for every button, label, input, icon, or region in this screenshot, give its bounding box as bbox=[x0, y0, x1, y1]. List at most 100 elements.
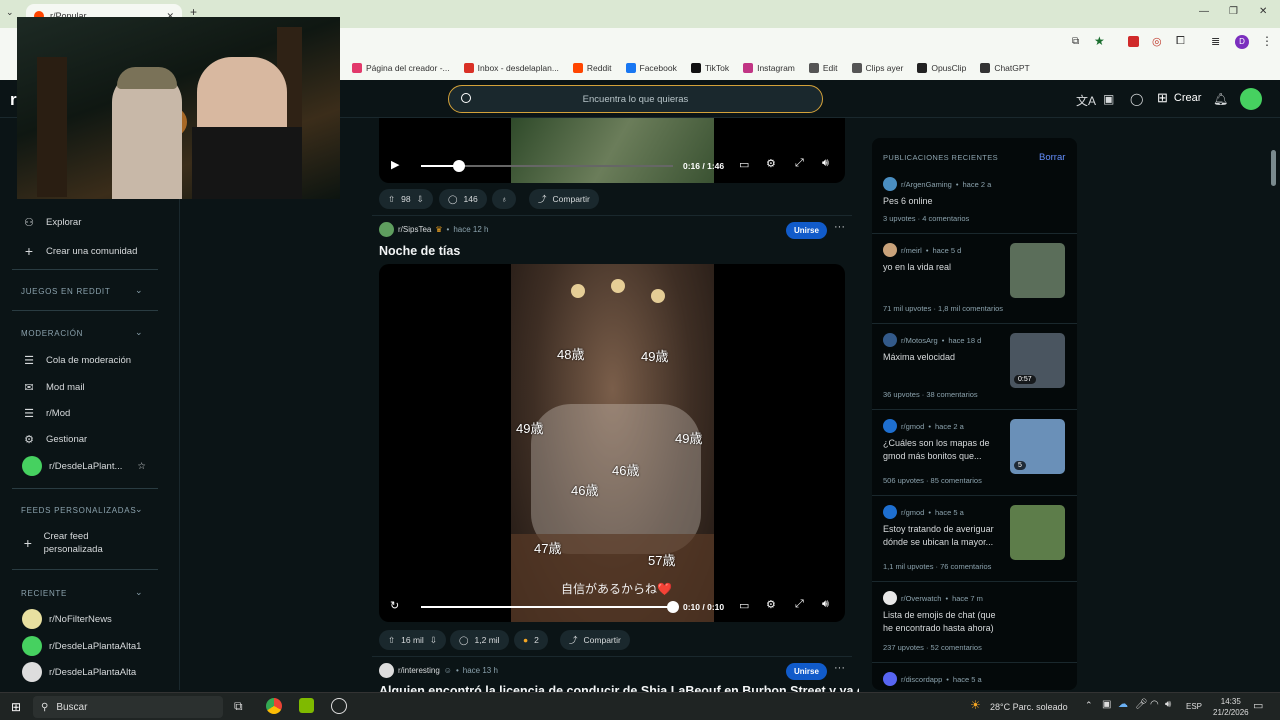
bookmark-item[interactable]: Página del creador -... bbox=[352, 63, 450, 73]
tray-icon[interactable]: ☁ bbox=[1118, 699, 1128, 710]
fullscreen-icon[interactable]: ⤢ bbox=[795, 157, 804, 170]
bookmark-item[interactable]: Reddit bbox=[572, 63, 612, 73]
join-button[interactable]: Unirse bbox=[786, 222, 827, 239]
reddit-logo[interactable]: r bbox=[10, 90, 17, 110]
community-avatar[interactable] bbox=[379, 663, 394, 678]
app-taskbar-icon[interactable] bbox=[331, 698, 347, 714]
video-scrubber[interactable] bbox=[667, 601, 679, 613]
volume-icon[interactable]: 🔊︎ bbox=[822, 157, 829, 170]
sidebar-recent-item[interactable]: r/DesdeLaPlantaAlta1 bbox=[22, 636, 141, 656]
bookmark-item[interactable]: Edit bbox=[808, 63, 838, 73]
more-options-icon[interactable]: ··· bbox=[834, 221, 845, 233]
fullscreen-icon[interactable]: ⤢ bbox=[795, 598, 804, 611]
recent-post-title[interactable]: Máxima velocidad bbox=[883, 351, 1003, 364]
bookmark-star-icon[interactable]: ★ bbox=[1094, 34, 1105, 48]
user-avatar[interactable] bbox=[1240, 88, 1262, 110]
recent-post-item[interactable]: r/MotosArg • hace 18 d Máxima velocidad 36 u… bbox=[872, 324, 1077, 410]
bookmark-item[interactable]: Inbox - desdelaplan... bbox=[463, 63, 559, 73]
recent-post-title[interactable]: Lista de emojis de chat (que he encontra… bbox=[883, 609, 1003, 635]
language-indicator[interactable]: ESP bbox=[1186, 702, 1202, 711]
section-header-feeds[interactable]: FEEDS PERSONALIZADAS bbox=[21, 506, 136, 515]
settings-gear-icon[interactable]: ⚙ bbox=[766, 157, 776, 170]
sidebar-item-crear-comunidad[interactable]: + Crear una comunidad bbox=[22, 243, 137, 259]
taskbar-search-input[interactable]: ⚲ Buscar bbox=[33, 696, 223, 718]
community-name[interactable]: r/gmod bbox=[901, 422, 924, 431]
sidebar-item-mod-mail[interactable]: ✉ Mod mail bbox=[22, 381, 84, 394]
minimize-icon[interactable]: — bbox=[1199, 6, 1209, 17]
bookmark-item[interactable]: Facebook bbox=[625, 63, 677, 73]
upvote-icon[interactable]: ⇧ bbox=[388, 635, 395, 646]
vote-buttons[interactable]: ⇧ 16 mil ⇩ bbox=[379, 630, 446, 650]
notification-center-icon[interactable]: ▭ bbox=[1253, 699, 1263, 712]
share-button[interactable]: ⤴ Compartir bbox=[529, 189, 599, 209]
recent-post-item[interactable]: r/discordapp • hace 5 a bbox=[872, 663, 1077, 690]
wifi-icon[interactable]: ◠ bbox=[1150, 699, 1159, 710]
community-name[interactable]: r/ArgenGaming bbox=[901, 180, 952, 189]
sidebar-item-desdelaplanta[interactable]: r/DesdeLaPlant... ☆ bbox=[22, 456, 146, 476]
share-button[interactable]: ⤴ Compartir bbox=[560, 630, 630, 650]
section-header-recent[interactable]: RECIENTE bbox=[21, 589, 67, 598]
comments-button[interactable]: ◯ 146 bbox=[439, 189, 487, 209]
sidebar-item-explorar[interactable]: ⚇ Explorar bbox=[22, 216, 81, 229]
recent-post-title[interactable]: Pes 6 online bbox=[883, 195, 1003, 208]
recent-post-thumbnail[interactable]: 0:57 bbox=[1010, 333, 1065, 388]
community-avatar[interactable] bbox=[379, 222, 394, 237]
chrome-taskbar-icon[interactable] bbox=[266, 698, 282, 714]
restore-icon[interactable]: ❐ bbox=[1229, 6, 1238, 17]
play-icon[interactable]: ▶ bbox=[391, 158, 399, 171]
award-button[interactable]: ● 2 bbox=[514, 630, 548, 650]
community-name[interactable]: r/meirl bbox=[901, 246, 922, 255]
windows-start-icon[interactable]: ⊞ bbox=[11, 700, 21, 714]
captions-icon[interactable]: ▭ bbox=[739, 599, 749, 612]
bookmark-item[interactable]: TikTok bbox=[690, 63, 729, 73]
section-header-games[interactable]: JUEGOS EN REDDIT bbox=[21, 287, 110, 296]
downvote-icon[interactable]: ⇩ bbox=[417, 194, 424, 205]
community-name[interactable]: r/MotosArg bbox=[901, 336, 938, 345]
chat-icon[interactable]: ◯ bbox=[1130, 92, 1143, 106]
tab-list-chevron-icon[interactable]: ⌄ bbox=[6, 7, 14, 18]
recent-post-thumbnail[interactable]: 5 bbox=[1010, 419, 1065, 474]
clear-button[interactable]: Borrar bbox=[1039, 152, 1065, 163]
translate-icon[interactable]: 文A bbox=[1076, 92, 1096, 109]
volume-icon[interactable]: 🔊︎ bbox=[1165, 699, 1171, 710]
replay-icon[interactable]: ↻ bbox=[390, 599, 399, 612]
post-title[interactable]: Alguien encontró la licencia de conducir… bbox=[379, 684, 859, 692]
app-taskbar-icon[interactable] bbox=[299, 698, 314, 713]
sidebar-item-cola-moderacion[interactable]: ☰ Cola de moderación bbox=[22, 354, 131, 367]
settings-gear-icon[interactable]: ⚙ bbox=[766, 598, 776, 611]
sidebar-item-crear-feed[interactable]: + Crear feed personalizada bbox=[22, 530, 132, 556]
recent-post-item[interactable]: r/gmod • hace 2 a ¿Cuáles son los mapas de … bbox=[872, 410, 1077, 496]
bookmark-item[interactable]: Instagram bbox=[743, 63, 795, 73]
microphone-icon[interactable]: 🎤︎ bbox=[1135, 699, 1148, 710]
extensions-puzzle-icon[interactable]: ⧠ bbox=[1176, 35, 1185, 48]
extension-icon[interactable] bbox=[1128, 36, 1139, 47]
bookmark-item[interactable]: ChatGPT bbox=[980, 63, 1030, 73]
recent-post-item[interactable]: r/meirl • hace 5 d yo en la vida real 71 mil… bbox=[872, 234, 1077, 324]
sidebar-item-gestionar[interactable]: ⚙ Gestionar bbox=[22, 433, 87, 446]
downvote-icon[interactable]: ⇩ bbox=[430, 635, 437, 646]
weather-text[interactable]: 28°C Parc. soleado bbox=[990, 702, 1068, 712]
ads-icon[interactable]: ▣ bbox=[1103, 92, 1114, 106]
vote-buttons[interactable]: ⇧ 98 ⇩ bbox=[379, 189, 433, 209]
join-button[interactable]: Unirse bbox=[786, 663, 827, 680]
video-progress-track[interactable] bbox=[421, 601, 679, 613]
close-window-icon[interactable]: ✕ bbox=[1259, 6, 1267, 17]
community-name[interactable]: r/Overwatch bbox=[901, 594, 941, 603]
upvote-icon[interactable]: ⇧ bbox=[388, 194, 395, 205]
reading-list-icon[interactable]: ≣ bbox=[1211, 35, 1220, 48]
chevron-down-icon[interactable]: ⌄ bbox=[135, 327, 143, 338]
sidebar-recent-item[interactable]: r/DesdeLaPlantaAlta bbox=[22, 662, 136, 682]
community-link[interactable]: r/interesting bbox=[398, 666, 440, 675]
volume-icon[interactable]: 🔊︎ bbox=[822, 598, 829, 611]
recent-post-item[interactable]: r/ArgenGaming • hace 2 a Pes 6 online 3 upvo… bbox=[872, 168, 1077, 234]
chevron-down-icon[interactable]: ⌄ bbox=[135, 285, 143, 296]
sidebar-recent-item[interactable]: r/NoFilterNews bbox=[22, 609, 112, 629]
chevron-down-icon[interactable]: ⌄ bbox=[135, 587, 143, 598]
browser-menu-icon[interactable]: ⋮ bbox=[1261, 34, 1273, 48]
recent-post-title[interactable]: Estoy tratando de averiguar dónde se ubi… bbox=[883, 523, 1003, 549]
star-icon[interactable]: ☆ bbox=[137, 461, 146, 472]
video-progress-track[interactable] bbox=[421, 160, 673, 172]
captions-icon[interactable]: ▭ bbox=[739, 158, 749, 171]
recent-post-item[interactable]: r/gmod • hace 5 a Estoy tratando de averigu… bbox=[872, 496, 1077, 582]
community-name[interactable]: r/discordapp bbox=[901, 675, 942, 684]
